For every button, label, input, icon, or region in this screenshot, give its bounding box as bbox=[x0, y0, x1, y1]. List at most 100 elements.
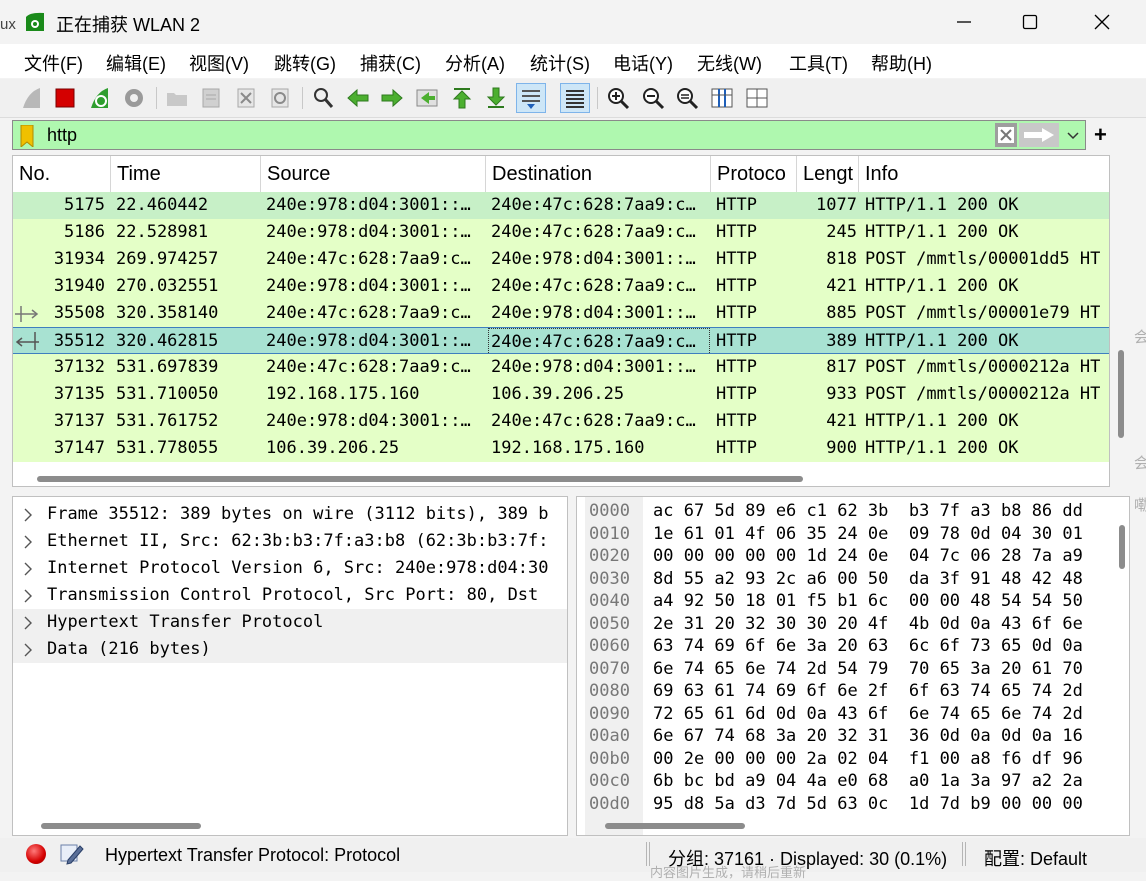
menu-view[interactable]: 视图(V) bbox=[189, 50, 249, 76]
go-back-button[interactable] bbox=[343, 83, 373, 113]
stop-capture-button[interactable] bbox=[50, 83, 80, 113]
maximize-button[interactable] bbox=[1008, 6, 1052, 38]
menu-wireless[interactable]: 无线(W) bbox=[697, 50, 762, 76]
resize-columns-button[interactable] bbox=[707, 83, 737, 113]
menu-edit[interactable]: 编辑(E) bbox=[106, 50, 166, 76]
cell-no: 5175 bbox=[64, 195, 105, 215]
zoom-in-button[interactable] bbox=[603, 83, 633, 113]
filter-history-dropdown[interactable] bbox=[1063, 125, 1083, 147]
tree-item-tcp[interactable]: Transmission Control Protocol, Src Port:… bbox=[13, 582, 567, 609]
autoscroll-icon bbox=[522, 90, 540, 109]
profile-status[interactable]: 配置: Default bbox=[984, 845, 1087, 871]
table-row-selected[interactable]: 35512 320.462815 240e:978:d04:3001::… 24… bbox=[13, 327, 1109, 355]
hex-bytes[interactable]: 63 74 69 6f 6e 3a 20 63 6c 6f 73 65 0d 0… bbox=[653, 635, 1083, 658]
hex-bytes[interactable]: 1e 61 01 4f 06 35 24 0e 09 78 0d 04 30 0… bbox=[653, 523, 1083, 546]
filter-bookmark-icon[interactable] bbox=[19, 125, 35, 147]
table-row[interactable]: 31934 269.974257 240e:47c:628:7aa9:c… 24… bbox=[13, 246, 1109, 273]
cell-destination: 240e:47c:628:7aa9:c… bbox=[491, 222, 696, 242]
table-row[interactable]: 5175 22.460442 240e:978:d04:3001::… 240e… bbox=[13, 192, 1109, 219]
hex-bytes[interactable]: 8d 55 a2 93 2c a6 00 50 da 3f 91 48 42 4… bbox=[653, 568, 1083, 591]
table-row[interactable]: 37137 531.761752 240e:978:d04:3001::… 24… bbox=[13, 408, 1109, 435]
zoom-out-button[interactable] bbox=[638, 83, 668, 113]
autoscroll-button[interactable] bbox=[516, 83, 546, 113]
table-row[interactable]: 37132 531.697839 240e:47c:628:7aa9:c… 24… bbox=[13, 354, 1109, 381]
table-row[interactable]: 5186 22.528981 240e:978:d04:3001::… 240e… bbox=[13, 219, 1109, 246]
hex-bytes[interactable]: 6b bc bd a9 04 4a e0 68 a0 1a 3a 97 a2 2… bbox=[653, 770, 1083, 793]
go-first-icon bbox=[452, 88, 472, 109]
minimize-button[interactable] bbox=[942, 6, 986, 38]
cell-length: 933 bbox=[826, 384, 857, 404]
clear-filter-button[interactable] bbox=[995, 123, 1017, 147]
tree-item-label: Frame 35512: 389 bytes on wire (3112 bit… bbox=[47, 504, 549, 524]
hex-bytes[interactable]: a4 92 50 18 01 f5 b1 6c 00 00 48 54 54 5… bbox=[653, 590, 1083, 613]
expert-info-indicator-icon[interactable] bbox=[26, 844, 46, 864]
zoom-normal-button[interactable] bbox=[672, 83, 702, 113]
cell-no: 37135 bbox=[53, 384, 105, 404]
capture-comment-icon[interactable] bbox=[60, 842, 84, 866]
hex-bytes[interactable]: 00 00 00 00 00 1d 24 0e 04 7c 06 28 7a a… bbox=[653, 545, 1083, 568]
add-filter-button[interactable]: + bbox=[1094, 124, 1107, 146]
menu-telephony[interactable]: 电话(Y) bbox=[613, 50, 673, 76]
close-window-button[interactable] bbox=[1080, 6, 1124, 38]
column-destination[interactable]: Destination bbox=[486, 156, 711, 192]
go-first-button[interactable] bbox=[447, 83, 477, 113]
hex-offset: 0060 bbox=[589, 636, 630, 656]
column-source[interactable]: Source bbox=[261, 156, 486, 192]
details-horizontal-scrollbar[interactable] bbox=[41, 823, 201, 829]
start-capture-button[interactable] bbox=[17, 83, 47, 113]
hex-bytes[interactable]: 00 2e 00 00 00 2a 02 04 f1 00 a8 f6 df 9… bbox=[653, 748, 1083, 771]
table-row[interactable]: 35508 320.358140 240e:47c:628:7aa9:c… 24… bbox=[13, 300, 1109, 327]
tree-item-ethernet[interactable]: Ethernet II, Src: 62:3b:b3:7f:a3:b8 (62:… bbox=[13, 528, 567, 555]
packet-list-vertical-scrollbar[interactable] bbox=[1118, 350, 1124, 438]
bytes-horizontal-scrollbar[interactable] bbox=[605, 823, 745, 829]
hex-bytes[interactable]: 6e 67 74 68 3a 20 32 31 36 0d 0a 0d 0a 1… bbox=[653, 725, 1083, 748]
menu-go[interactable]: 跳转(G) bbox=[274, 50, 336, 76]
table-row[interactable]: 37135 531.710050 192.168.175.160 106.39.… bbox=[13, 381, 1109, 408]
hex-bytes[interactable]: 69 63 61 74 69 6f 6e 2f 6f 63 74 65 74 2… bbox=[653, 680, 1083, 703]
apply-filter-button[interactable] bbox=[1019, 123, 1059, 147]
tree-item-http[interactable]: Hypertext Transfer Protocol bbox=[13, 609, 567, 636]
menu-help[interactable]: 帮助(H) bbox=[871, 50, 932, 76]
expand-subtrees-button[interactable] bbox=[742, 83, 772, 113]
cell-no: 37147 bbox=[53, 438, 105, 458]
go-to-packet-button[interactable] bbox=[412, 83, 442, 113]
column-no[interactable]: No. bbox=[13, 156, 111, 192]
tree-item-frame[interactable]: Frame 35512: 389 bytes on wire (3112 bit… bbox=[13, 501, 567, 528]
display-filter-input[interactable] bbox=[47, 124, 997, 146]
menu-capture[interactable]: 捕获(C) bbox=[360, 50, 421, 76]
hex-offset: 0080 bbox=[589, 681, 630, 701]
cell-length: 817 bbox=[826, 357, 857, 377]
colorize-button[interactable] bbox=[560, 83, 590, 113]
hex-bytes[interactable]: 2e 31 20 32 30 30 20 4f 4b 0d 0a 43 6f 6… bbox=[653, 613, 1083, 636]
column-length[interactable]: Lengt bbox=[797, 156, 859, 192]
hex-bytes[interactable]: ac 67 5d 89 e6 c1 62 3b b3 7f a3 b8 86 d… bbox=[653, 500, 1083, 523]
menu-file[interactable]: 文件(F) bbox=[24, 50, 83, 76]
capture-options-button[interactable] bbox=[119, 83, 149, 113]
close-file-button[interactable] bbox=[231, 83, 261, 113]
menu-statistics[interactable]: 统计(S) bbox=[530, 50, 590, 76]
hex-bytes[interactable]: 72 65 61 6d 0d 0a 43 6f 6e 74 65 6e 74 2… bbox=[653, 703, 1083, 726]
column-info[interactable]: Info bbox=[859, 156, 1109, 192]
menu-tools[interactable]: 工具(T) bbox=[789, 50, 848, 76]
packet-list-horizontal-scrollbar[interactable] bbox=[37, 476, 803, 482]
save-file-button[interactable] bbox=[196, 83, 226, 113]
table-row[interactable]: 31940 270.032551 240e:978:d04:3001::… 24… bbox=[13, 273, 1109, 300]
table-row[interactable]: 37147 531.778055 106.39.206.25 192.168.1… bbox=[13, 435, 1109, 462]
open-file-button[interactable] bbox=[162, 83, 192, 113]
column-protocol[interactable]: Protoco bbox=[711, 156, 797, 192]
reload-file-button[interactable] bbox=[265, 83, 295, 113]
cell-info: HTTP/1.1 200 OK bbox=[865, 222, 1019, 242]
menu-analyze[interactable]: 分析(A) bbox=[445, 50, 505, 76]
hex-bytes[interactable]: 95 d8 5a d3 7d 5d 63 0c 1d 7d b9 00 00 0… bbox=[653, 793, 1083, 816]
find-packet-button[interactable] bbox=[308, 83, 338, 113]
go-forward-button[interactable] bbox=[377, 83, 407, 113]
tree-item-data[interactable]: Data (216 bytes) bbox=[13, 636, 567, 663]
column-time[interactable]: Time bbox=[111, 156, 261, 192]
tree-item-ipv6[interactable]: Internet Protocol Version 6, Src: 240e:9… bbox=[13, 555, 567, 582]
hex-bytes[interactable]: 6e 74 65 6e 74 2d 54 79 70 65 3a 20 61 7… bbox=[653, 658, 1083, 681]
cell-destination: 192.168.175.160 bbox=[491, 438, 645, 458]
bytes-vertical-scrollbar[interactable] bbox=[1119, 525, 1125, 569]
go-last-button[interactable] bbox=[481, 83, 511, 113]
chevron-right-icon bbox=[24, 589, 32, 603]
restart-capture-button[interactable] bbox=[85, 83, 115, 113]
